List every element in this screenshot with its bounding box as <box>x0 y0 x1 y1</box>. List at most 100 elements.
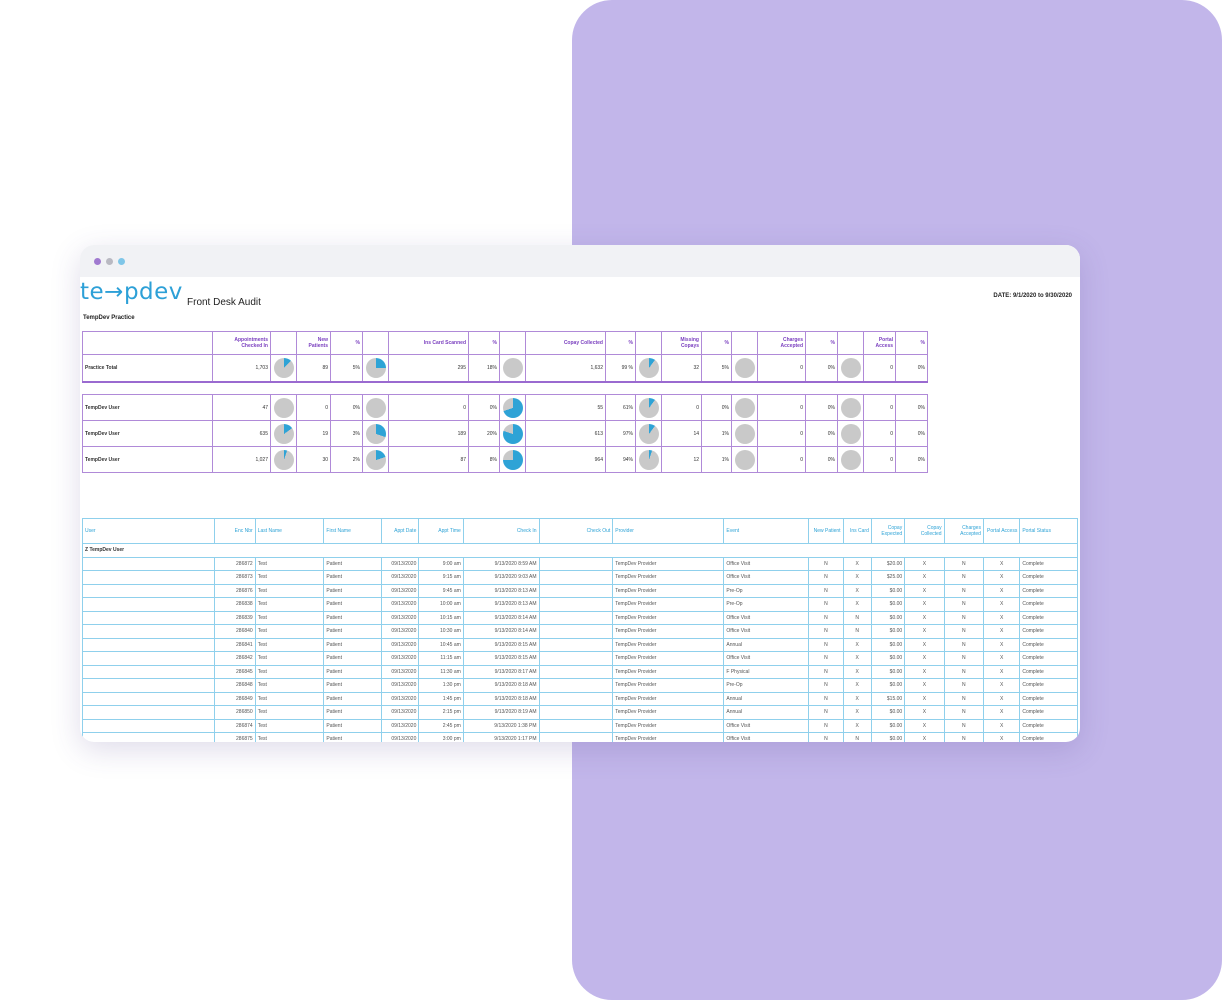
detail-column-header[interactable]: New Patient <box>808 518 844 544</box>
table-row[interactable]: 286841 Test Patient 09/13/2020 10:45 am 9/13/… <box>81 638 1078 652</box>
table-cell: Patient <box>323 732 382 742</box>
table-row[interactable]: 286840 Test Patient 09/13/2020 10:30 am 9/13/… <box>81 624 1078 639</box>
table-cell: 286849 <box>214 692 256 706</box>
detail-column-header[interactable]: Event <box>723 518 810 544</box>
table-row[interactable]: 286850 Test Patient 09/13/2020 2:15 pm 9/13/2… <box>81 705 1078 720</box>
table-cell: 9/13/2020 9:03 AM <box>462 570 540 585</box>
table-cell: $0.00 <box>870 584 906 598</box>
pie-chart-icon <box>840 449 861 470</box>
table-cell: N <box>943 624 984 639</box>
detail-column-header[interactable]: Enc Nbr <box>214 518 256 544</box>
table-cell: X <box>842 678 872 693</box>
table-cell: 286875 <box>214 732 256 742</box>
detail-column-header[interactable]: User <box>81 518 216 544</box>
table-cell: 2:45 pm <box>418 719 464 733</box>
table-cell: X <box>904 651 945 666</box>
window-dot-icon[interactable] <box>106 258 113 265</box>
practice-label: TempDev Practice <box>83 315 135 321</box>
summary-value: 1,632 <box>525 354 606 383</box>
detail-column-header[interactable]: Copay Collected <box>904 518 945 544</box>
table-cell: Patient <box>323 624 382 639</box>
table-cell: Patient <box>323 557 382 571</box>
table-cell <box>538 570 614 585</box>
table-row[interactable]: 286876 Test Patient 09/13/2020 9:45 am 9/13/2… <box>81 584 1078 598</box>
table-cell: 3:00 pm <box>418 732 464 742</box>
table-cell: Test <box>254 584 325 598</box>
row-label: Practice Total <box>82 354 213 383</box>
detail-column-header[interactable]: Portal Access <box>982 518 1021 544</box>
table-row[interactable]: 286838 Test Patient 09/13/2020 10:00 am 9/13/… <box>81 597 1078 612</box>
window-dot-icon[interactable] <box>94 258 101 265</box>
summary-value: 0% <box>330 394 363 421</box>
table-row[interactable]: 286842 Test Patient 09/13/2020 11:15 am 9/13/… <box>81 651 1078 666</box>
table-cell: 09/13/2020 <box>380 611 420 625</box>
table-cell: X <box>904 719 945 733</box>
table-cell <box>81 638 216 652</box>
table-cell: Patient <box>323 719 382 733</box>
table-cell: 9/13/2020 8:13 AM <box>462 597 540 612</box>
table-cell: X <box>982 584 1021 598</box>
detail-column-header[interactable]: Appt Time <box>418 518 464 544</box>
table-row[interactable]: 286849 Test Patient 09/13/2020 1:45 pm 9/13/2… <box>81 692 1078 706</box>
table-cell: N <box>808 597 844 612</box>
table-cell: Patient <box>323 584 382 598</box>
detail-column-header[interactable]: Check Out <box>538 518 614 544</box>
detail-column-header[interactable]: Provider <box>612 518 725 544</box>
table-cell: TempDev Provider <box>612 570 725 585</box>
detail-column-header[interactable]: Last Name <box>254 518 325 544</box>
table-cell: TempDev Provider <box>612 651 725 666</box>
detail-column-header[interactable]: Ins Card <box>842 518 872 544</box>
summary-value: 0 <box>863 420 896 447</box>
table-cell: 9/13/2020 8:15 AM <box>462 651 540 666</box>
summary-column-header: % <box>805 331 838 355</box>
summary-column-header <box>635 331 662 355</box>
table-row[interactable]: 286875 Test Patient 09/13/2020 3:00 pm 9/13/2… <box>81 732 1078 742</box>
table-cell: $25.00 <box>870 570 906 585</box>
table-cell: X <box>982 597 1021 612</box>
table-cell: Test <box>254 705 325 720</box>
table-cell: N <box>808 584 844 598</box>
pie-cell <box>499 446 526 473</box>
detail-column-header[interactable]: Copay Expected <box>870 518 906 544</box>
table-cell: X <box>842 557 872 571</box>
table-row[interactable]: 286873 Test Patient 09/13/2020 9:15 am 9/13/2… <box>81 570 1078 585</box>
window-titlebar <box>80 245 1080 277</box>
table-cell: 09/13/2020 <box>380 732 420 742</box>
pie-chart-icon <box>502 358 523 378</box>
table-cell <box>538 584 614 598</box>
table-cell <box>81 570 216 585</box>
table-row[interactable]: 286874 Test Patient 09/13/2020 2:45 pm 9/13/2… <box>81 719 1078 733</box>
pie-chart-icon <box>273 397 294 418</box>
table-row[interactable]: 286848 Test Patient 09/13/2020 1:30 pm 9/13/2… <box>81 678 1078 693</box>
detail-column-header[interactable]: Check In <box>462 518 540 544</box>
summary-column-header <box>82 331 213 355</box>
detail-column-header[interactable]: Appt Date <box>380 518 420 544</box>
table-cell: X <box>904 611 945 625</box>
table-cell: TempDev Provider <box>612 597 725 612</box>
window-dot-icon[interactable] <box>118 258 125 265</box>
table-row[interactable]: 286845 Test Patient 09/13/2020 11:30 am 9/13/… <box>81 665 1078 679</box>
table-cell: Patient <box>323 570 382 585</box>
table-cell: 286842 <box>214 651 256 666</box>
pie-chart-icon <box>840 358 861 378</box>
table-cell: 09/13/2020 <box>380 624 420 639</box>
table-row[interactable]: 286839 Test Patient 09/13/2020 10:15 am 9/13/… <box>81 611 1078 625</box>
detail-column-header[interactable]: Charges Accepted <box>943 518 984 544</box>
row-label: TempDev User <box>82 394 213 421</box>
summary-value: 964 <box>525 446 606 473</box>
pie-chart-icon <box>273 423 294 444</box>
detail-column-header[interactable]: First Name <box>323 518 382 544</box>
table-cell: 9/13/2020 1:17 PM <box>462 732 540 742</box>
table-cell <box>538 597 614 612</box>
table-cell <box>538 692 614 706</box>
table-cell: Complete <box>1019 557 1078 571</box>
table-cell: 286872 <box>214 557 256 571</box>
table-cell: 9/13/2020 8:13 AM <box>462 584 540 598</box>
summary-value: 1% <box>701 446 732 473</box>
detail-column-header[interactable]: Portal Status <box>1019 518 1078 544</box>
table-row[interactable]: 286872 Test Patient 09/13/2020 9:00 am 9/13/2… <box>81 557 1078 571</box>
summary-value: 0% <box>895 354 928 383</box>
table-cell: 09/13/2020 <box>380 665 420 679</box>
table-cell: N <box>808 611 844 625</box>
table-cell: 09/13/2020 <box>380 570 420 585</box>
